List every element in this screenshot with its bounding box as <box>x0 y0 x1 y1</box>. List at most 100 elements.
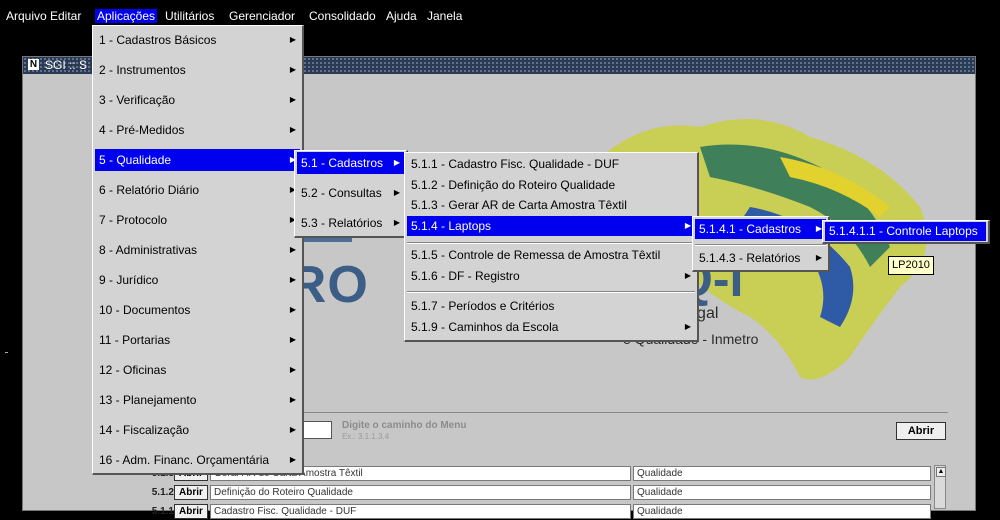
menu-item-cadastros-basicos[interactable]: 1 - Cadastros Básicos ▶ <box>95 29 300 51</box>
row-abrir-button[interactable]: Abrir <box>174 485 208 500</box>
menu-item-juridico[interactable]: 9 - Jurídico ▶ <box>95 269 300 291</box>
menu-item-5-1-9[interactable]: 5.1.9 - Caminhos da Escola ▶ <box>407 318 695 336</box>
menu-item-label: 2 - Instrumentos <box>99 63 186 77</box>
menu-item-5-2-consultas[interactable]: 5.2 - Consultas ▶ <box>297 182 404 204</box>
menu-item-relatorio-diario[interactable]: 6 - Relatório Diário ▶ <box>95 179 300 201</box>
menu-item-pre-medidos[interactable]: 4 - Pré-Medidos ▶ <box>95 119 300 141</box>
menu-separator <box>695 244 826 246</box>
menu-item-5-1-4-3-relatorios[interactable]: 5.1.4.3 - Relatórios ▶ <box>695 248 826 268</box>
menu-item-label: 1 - Cadastros Básicos <box>99 33 217 47</box>
menu-utilitarios[interactable]: Utilitários <box>163 9 216 23</box>
chevron-right-icon: ▶ <box>289 95 296 104</box>
menu-item-label: 16 - Adm. Financ. Orçamentária <box>99 453 270 467</box>
menu-item-label: 5.1.4.1 - Cadastros <box>699 222 802 236</box>
row-description[interactable]: Cadastro Fisc. Qualidade - DUF <box>210 504 631 519</box>
menu-item-5-1-4-laptops[interactable]: 5.1.4 - Laptops ▶ <box>407 216 695 236</box>
chevron-right-icon: ▶ <box>684 322 691 331</box>
menu-item-label: 5.1.6 - DF - Registro <box>411 269 520 283</box>
scroll-up-icon[interactable]: ▲ <box>936 467 946 477</box>
chevron-right-icon: ▶ <box>393 188 400 197</box>
menu-editar[interactable]: Editar <box>48 9 83 23</box>
chevron-right-icon: ▶ <box>684 271 691 280</box>
menu-item-administrativas[interactable]: 8 - Administrativas ▶ <box>95 239 300 261</box>
menu-item-documentos[interactable]: 10 - Documentos ▶ <box>95 299 300 321</box>
menu-item-5-1-2[interactable]: 5.1.2 - Definição do Roteiro Qualidade <box>407 176 695 194</box>
rows-scrollbar[interactable]: ▲ <box>934 465 946 509</box>
table-row: 5.1.2 Abrir Definição do Roteiro Qualida… <box>0 485 1000 501</box>
tooltip: LP2010 <box>888 256 934 275</box>
chevron-right-icon: ▶ <box>684 221 691 230</box>
row-category[interactable]: Qualidade <box>633 485 931 500</box>
chevron-right-icon: ▶ <box>289 335 296 344</box>
row-category[interactable]: Qualidade <box>633 504 931 519</box>
menu-item-label: 9 - Jurídico <box>99 273 159 287</box>
menu-item-label: 7 - Protocolo <box>99 213 168 227</box>
menu-consolidado[interactable]: Consolidado <box>307 9 378 23</box>
menu-item-label: 5.1.1 - Cadastro Fisc. Qualidade - DUF <box>411 157 620 171</box>
row-description[interactable]: Definição do Roteiro Qualidade <box>210 485 631 500</box>
menu-item-label: 5.1.4.3 - Relatórios <box>699 251 801 265</box>
abrir-button[interactable]: Abrir <box>896 422 946 440</box>
chevron-right-icon: ▶ <box>393 158 400 167</box>
menu-item-label: 5.1.2 - Definição do Roteiro Qualidade <box>411 178 616 192</box>
menu-item-5-1-cadastros[interactable]: 5.1 - Cadastros ▶ <box>297 152 404 174</box>
path-example: Ex.: 3.1.1.3.4 <box>342 432 390 441</box>
row-category[interactable]: Qualidade <box>633 466 931 481</box>
menu-janela[interactable]: Janela <box>425 9 464 23</box>
menu-item-instrumentos[interactable]: 2 - Instrumentos ▶ <box>95 59 300 81</box>
menu-item-5-1-1[interactable]: 5.1.1 - Cadastro Fisc. Qualidade - DUF <box>407 155 695 173</box>
chevron-right-icon: ▶ <box>289 35 296 44</box>
menu-item-5-1-5[interactable]: 5.1.5 - Controle de Remessa de Amostra T… <box>407 246 695 264</box>
menu-item-label: 5.1.4 - Laptops <box>411 219 492 233</box>
menu-cadastros-dropdown: 5.1.1 - Cadastro Fisc. Qualidade - DUF 5… <box>404 152 699 342</box>
window-app-icon: N <box>28 59 39 70</box>
menu-separator <box>407 242 695 244</box>
menu-item-label: 3 - Verificação <box>99 93 176 107</box>
menu-item-label: 13 - Planejamento <box>99 393 197 407</box>
menu-item-label: 14 - Fiscalização <box>99 423 190 437</box>
menu-item-5-3-relatorios[interactable]: 5.3 - Relatórios ▶ <box>297 212 404 234</box>
chevron-right-icon: ▶ <box>289 455 296 464</box>
menu-separator <box>407 291 695 293</box>
menu-laptops-dropdown: 5.1.4.1 - Cadastros ▶ 5.1.4.3 - Relatório… <box>692 216 830 272</box>
row-abrir-button[interactable]: Abrir <box>174 504 208 519</box>
menu-item-label: 5.1 - Cadastros <box>301 156 384 170</box>
menu-aplicacoes-dropdown: 1 - Cadastros Básicos ▶ 2 - Instrumentos ▶… <box>92 25 304 475</box>
menu-item-5-1-4-1-1-controle-laptops[interactable]: 5.1.4.1.1 - Controle Laptops <box>825 222 986 241</box>
menu-item-qualidade[interactable]: 5 - Qualidade ▶ <box>95 149 300 171</box>
menu-item-5-1-4-1-cadastros[interactable]: 5.1.4.1 - Cadastros ▶ <box>695 219 826 239</box>
menu-item-verificacao[interactable]: 3 - Verificação ▶ <box>95 89 300 111</box>
menu-gerenciador[interactable]: Gerenciador <box>227 9 297 23</box>
menu-arquivo[interactable]: Arquivo <box>4 9 49 23</box>
chevron-right-icon: ▶ <box>289 275 296 284</box>
menu-item-label: 5.1.3 - Gerar AR de Carta Amostra Têxtil <box>411 198 627 212</box>
menu-item-label: 5.1.5 - Controle de Remessa de Amostra T… <box>411 248 661 262</box>
menu-qualidade-dropdown: 5.1 - Cadastros ▶ 5.2 - Consultas ▶ 5.3 - … <box>294 150 408 238</box>
menu-item-planejamento[interactable]: 13 - Planejamento ▶ <box>95 389 300 411</box>
menu-item-oficinas[interactable]: 12 - Oficinas ▶ <box>95 359 300 381</box>
menu-item-5-1-6[interactable]: 5.1.6 - DF - Registro ▶ <box>407 267 695 285</box>
menu-item-5-1-7[interactable]: 5.1.7 - Períodos e Critérios <box>407 297 695 315</box>
menu-item-fiscalizacao[interactable]: 14 - Fiscalização ▶ <box>95 419 300 441</box>
menu-item-protocolo[interactable]: 7 - Protocolo ▶ <box>95 209 300 231</box>
chevron-right-icon: ▶ <box>289 65 296 74</box>
table-row: 5.1.1 Abrir Cadastro Fisc. Qualidade - D… <box>0 504 1000 520</box>
menu-ajuda[interactable]: Ajuda <box>384 9 419 23</box>
menu-item-label: 5 - Qualidade <box>99 153 172 167</box>
chevron-right-icon: ▶ <box>289 245 296 254</box>
menu-item-label: 4 - Pré-Medidos <box>99 123 185 137</box>
menu-item-5-1-3[interactable]: 5.1.3 - Gerar AR de Carta Amostra Têxtil <box>407 196 695 214</box>
menu-item-label: 8 - Administrativas <box>99 243 198 257</box>
menu-item-portarias[interactable]: 11 - Portarias ▶ <box>95 329 300 351</box>
menu-item-label: 10 - Documentos <box>99 303 191 317</box>
menu-item-label: 12 - Oficinas <box>99 363 167 377</box>
menu-item-label: 5.1.9 - Caminhos da Escola <box>411 320 559 334</box>
edge-mark <box>5 352 8 353</box>
menu-item-adm-financ[interactable]: 16 - Adm. Financ. Orçamentária ▶ <box>95 449 300 471</box>
menu-item-label: 11 - Portarias <box>99 333 171 347</box>
row-code: 5.1.1 <box>151 506 174 517</box>
chevron-right-icon: ▶ <box>289 395 296 404</box>
menu-aplicacoes[interactable]: Aplicações <box>95 9 158 23</box>
chevron-right-icon: ▶ <box>393 218 400 227</box>
menu-item-label: 5.2 - Consultas <box>301 186 382 200</box>
